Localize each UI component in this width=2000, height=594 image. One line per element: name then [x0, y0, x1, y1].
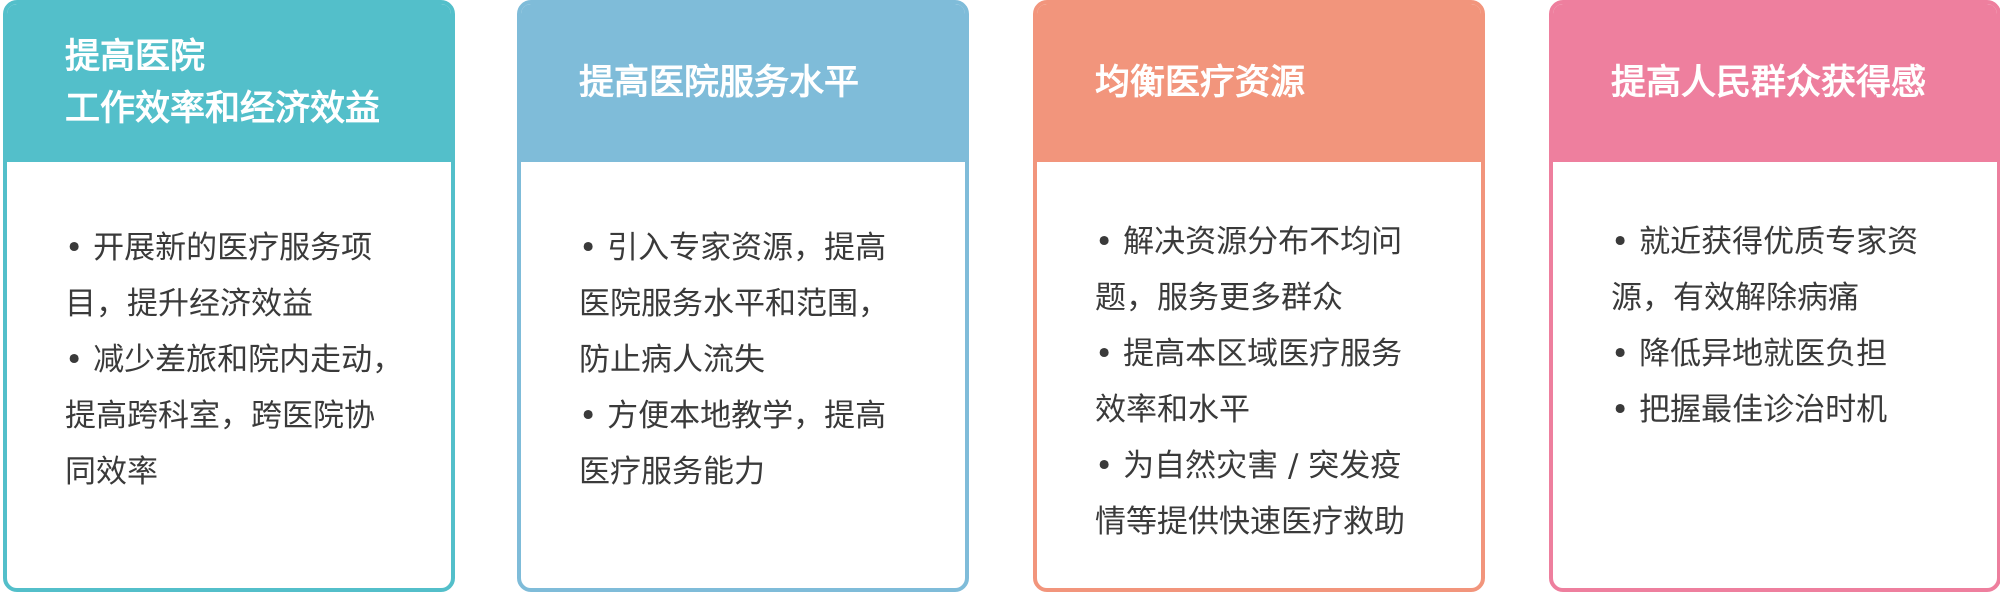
card-title-line: 均衡医疗资源 [1095, 63, 1306, 103]
bullet-line: • 引入专家资源，提高 [579, 230, 887, 266]
bullet-line: • 提高本区域医疗服务 [1095, 336, 1403, 372]
card-efficiency: 提高医院 工作效率和经济效益 • 开展新的医疗服务项 目，提升经济效益 • 减少… [3, 0, 455, 592]
bullet-continuation: 情等提供快速医疗救助 [1095, 504, 1405, 540]
bullet-continuation: 效率和水平 [1095, 392, 1250, 428]
card-title-line: 工作效率和经济效益 [65, 89, 381, 129]
card-header: 提高医院服务水平 [521, 4, 965, 162]
bullet-line: • 减少差旅和院内走动， [65, 342, 404, 378]
bullet-continuation: 提高跨科室，跨医院协 [65, 398, 375, 434]
card-body: • 解决资源分布不均问 题，服务更多群众 • 提高本区域医疗服务 效率和水平 •… [1037, 162, 1481, 588]
bullet-continuation: 目，提升经济效益 [65, 286, 313, 322]
card-balance-resources: 均衡医疗资源 • 解决资源分布不均问 题，服务更多群众 • 提高本区域医疗服务 … [1033, 0, 1485, 592]
card-body: • 引入专家资源，提高 医院服务水平和范围， 防止病人流失 • 方便本地教学，提… [521, 162, 965, 588]
bullet-line: • 解决资源分布不均问 [1095, 224, 1403, 260]
bullet-continuation: 源，有效解除病痛 [1611, 280, 1859, 316]
bullet-line: • 开展新的医疗服务项 [65, 230, 373, 266]
card-header: 提高人民群众获得感 [1553, 4, 1997, 162]
card-public-gain: 提高人民群众获得感 • 就近获得优质专家资 源，有效解除病痛 • 降低异地就医负… [1549, 0, 2000, 592]
bullet-line: • 方便本地教学，提高 [579, 398, 887, 434]
bullet-line: • 为自然灾害 / 突发疫 [1095, 448, 1402, 484]
bullet-continuation: 医疗服务能力 [579, 454, 765, 490]
card-title-line: 提高医院 [65, 37, 206, 77]
card-header: 提高医院 工作效率和经济效益 [7, 4, 451, 162]
card-body: • 开展新的医疗服务项 目，提升经济效益 • 减少差旅和院内走动， 提高跨科室，… [7, 162, 451, 588]
card-body: • 就近获得优质专家资 源，有效解除病痛 • 降低异地就医负担 • 把握最佳诊治… [1553, 162, 1997, 588]
card-header: 均衡医疗资源 [1037, 4, 1481, 162]
bullet-continuation: 题，服务更多群众 [1095, 280, 1343, 316]
bullet-continuation: 同效率 [65, 454, 158, 490]
bullet-line: • 降低异地就医负担 [1611, 336, 1888, 372]
bullet-continuation: 防止病人流失 [579, 342, 765, 378]
bullet-continuation: 医院服务水平和范围， [579, 286, 889, 322]
card-title-line: 提高人民群众获得感 [1611, 63, 1927, 103]
bullet-line: • 就近获得优质专家资 [1611, 224, 1919, 260]
card-service-level: 提高医院服务水平 • 引入专家资源，提高 医院服务水平和范围， 防止病人流失 •… [517, 0, 969, 592]
card-title-line: 提高医院服务水平 [579, 63, 860, 103]
bullet-line: • 把握最佳诊治时机 [1611, 392, 1888, 428]
